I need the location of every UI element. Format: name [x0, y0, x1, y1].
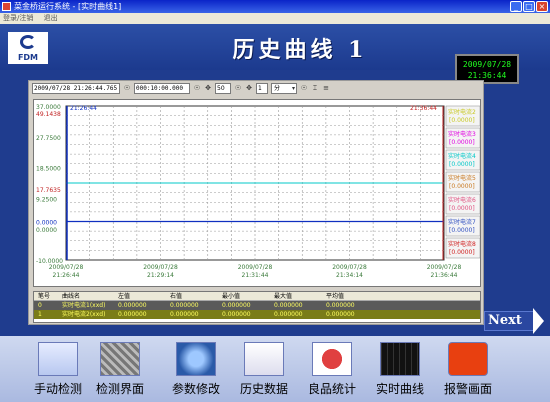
- table-row[interactable]: 0 实时电流1(xxd) 0.000000 0.000000 0.000000 …: [34, 301, 480, 310]
- history-chart[interactable]: 37.0000 27.7500 18.5000 9.2500 0.0000 -10.000…: [33, 99, 481, 287]
- fdm-logo: FDM: [8, 32, 48, 64]
- y-tick-label: 37.0000: [36, 104, 61, 111]
- unit-select[interactable]: 分: [271, 83, 297, 94]
- legend-value: [0.0000]: [449, 183, 475, 190]
- time-icon[interactable]: ☉: [123, 84, 131, 93]
- legend-name: 实时电流7: [448, 218, 476, 226]
- nav-realtime-curve[interactable]: 实时曲线: [370, 342, 430, 400]
- history-data-icon: [244, 342, 284, 376]
- next-button[interactable]: Next: [484, 308, 544, 334]
- chart-svg: 37.000027.750018.50009.25000.0000-10.000…: [36, 104, 481, 279]
- nav-alarm[interactable]: 报警画面: [438, 342, 498, 400]
- manual-check-icon: [38, 342, 78, 376]
- history-curve-panel: 2009/07/28 21:26:44.765 ☉ 000:10:00.000 …: [28, 80, 484, 325]
- col-curve: 曲线名: [62, 293, 81, 300]
- y-mark-label: 0.0000: [36, 220, 57, 227]
- right-cursor-time: 21:36:44: [410, 105, 437, 112]
- cursor-icon[interactable]: ⌶: [311, 84, 319, 93]
- legend-name: 实时电流6: [448, 196, 476, 204]
- curve-toolbar: 2009/07/28 21:26:44.765 ☉ 000:10:00.000 …: [29, 81, 485, 96]
- parameter-icon: [176, 342, 216, 376]
- table-row[interactable]: 1 实时电流2(xxd) 0.000000 0.000000 0.000000 …: [34, 310, 480, 319]
- y-mark-label: 17.7635: [36, 187, 61, 194]
- y-mark-label: 49.1438: [36, 111, 61, 118]
- close-button[interactable]: ×: [536, 1, 548, 12]
- move-icon[interactable]: ✥: [204, 84, 212, 93]
- legend-value: [0.0000]: [449, 227, 475, 234]
- legend-value: [0.0000]: [449, 205, 475, 212]
- y-tick-label: 27.7500: [36, 135, 61, 142]
- percent-icon[interactable]: ☉: [234, 84, 242, 93]
- time-icon[interactable]: ☉: [193, 84, 201, 93]
- start-time-input[interactable]: 2009/07/28 21:26:44.765: [32, 83, 120, 94]
- col-left: 左值: [118, 293, 131, 300]
- nav-parameter[interactable]: 参数修改: [166, 342, 226, 400]
- minimize-button[interactable]: _: [510, 1, 522, 12]
- legend-value: [0.0000]: [449, 249, 475, 256]
- pen-table: 笔号 曲线名 左值 右值 最小值 最大值 平均值 0 实时电流1(xxd) 0.…: [33, 291, 481, 323]
- y-tick-label: 0.0000: [36, 227, 57, 234]
- legend-name: 实时电流2: [448, 108, 476, 116]
- x-tick-date: 2009/07/28: [427, 264, 462, 271]
- legend-name: 实时电流3: [448, 130, 476, 138]
- x-tick-time: 21:34:14: [336, 272, 363, 279]
- step-input[interactable]: 1: [256, 83, 268, 94]
- x-tick-time: 21:31:44: [242, 272, 269, 279]
- header: FDM 历史曲线 1 2009/07/28 21:36:44: [0, 24, 550, 84]
- nav-detect-screen[interactable]: 检测界面: [90, 342, 150, 400]
- detect-screen-icon: [100, 342, 140, 376]
- maximize-button[interactable]: □: [523, 1, 535, 12]
- col-min: 最小值: [222, 293, 241, 300]
- left-cursor-time: 21:26:44: [70, 105, 97, 112]
- bottom-nav: 手动检测 检测界面 参数修改 历史数据 良品统计 实时曲线 报警画面: [0, 336, 550, 402]
- alarm-icon: [448, 342, 488, 376]
- y-tick-label: 18.5000: [36, 166, 61, 173]
- legend-name: 实时电流4: [448, 152, 476, 160]
- app-window: 菜金桥运行系统 - [实时曲线1] _ □ × 登录/注销 退出 FDM 历史曲…: [0, 0, 550, 402]
- col-max: 最大值: [274, 293, 293, 300]
- page-title: 历史曲线 1: [232, 37, 368, 63]
- col-pen: 笔号: [38, 293, 51, 300]
- menu-icon[interactable]: ≡: [322, 84, 330, 93]
- window-title: 菜金桥运行系统 - [实时曲线1]: [14, 2, 122, 11]
- menu-exit[interactable]: 退出: [44, 14, 58, 22]
- pie-chart-icon: [312, 342, 352, 376]
- move-icon[interactable]: ✥: [245, 84, 253, 93]
- nav-history-data[interactable]: 历史数据: [234, 342, 294, 400]
- realtime-curve-icon: [380, 342, 420, 376]
- app-icon: [2, 2, 11, 11]
- nav-manual-check[interactable]: 手动检测: [28, 342, 88, 400]
- legend-name: 实时电流5: [448, 174, 476, 182]
- table-header: 笔号 曲线名 左值 右值 最小值 最大值 平均值: [34, 292, 480, 301]
- menu-bar: 登录/注销 退出: [0, 13, 550, 24]
- x-tick-date: 2009/07/28: [332, 264, 367, 271]
- legend-value: [0.0000]: [449, 161, 475, 168]
- legend-value: [0.0000]: [449, 117, 475, 124]
- x-tick-date: 2009/07/28: [238, 264, 273, 271]
- title-bar: 菜金桥运行系统 - [实时曲线1] _ □ ×: [0, 0, 550, 13]
- x-tick-date: 2009/07/28: [49, 264, 84, 271]
- col-right: 右值: [170, 293, 183, 300]
- percent-input[interactable]: 50: [215, 83, 231, 94]
- nav-good-stats[interactable]: 良品统计: [302, 342, 362, 400]
- x-tick-time: 21:36:44: [431, 272, 458, 279]
- y-tick-label: 9.2500: [36, 196, 57, 203]
- settings-icon[interactable]: ☉: [300, 84, 308, 93]
- x-tick-time: 21:26:44: [53, 272, 80, 279]
- menu-login[interactable]: 登录/注销: [3, 14, 33, 22]
- legend-name: 实时电流8: [448, 240, 476, 248]
- clock-date: 2009/07/28: [462, 60, 512, 69]
- x-tick-time: 21:29:14: [147, 272, 174, 279]
- x-tick-date: 2009/07/28: [143, 264, 178, 271]
- time-span-input[interactable]: 000:10:00.000: [134, 83, 190, 94]
- legend-value: [0.0000]: [449, 139, 475, 146]
- col-avg: 平均值: [326, 293, 345, 300]
